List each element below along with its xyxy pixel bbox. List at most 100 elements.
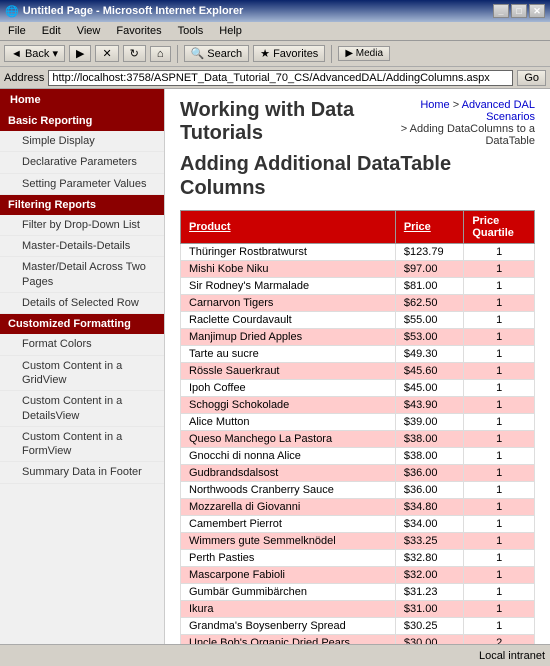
cell-quartile: 1 — [464, 363, 535, 380]
window-controls[interactable]: _ □ ✕ — [493, 4, 545, 18]
cell-quartile: 1 — [464, 329, 535, 346]
sidebar-item-declarative-parameters[interactable]: Declarative Parameters — [0, 152, 164, 173]
cell-price: $55.00 — [395, 312, 463, 329]
address-input[interactable] — [48, 70, 513, 86]
table-body: Thüringer Rostbratwurst$123.791Mishi Kob… — [181, 244, 535, 645]
sidebar-item-custom-content-formview[interactable]: Custom Content in a FormView — [0, 427, 164, 463]
breadcrumb-home[interactable]: Home — [420, 99, 449, 111]
cell-product: Camembert Pierrot — [181, 516, 396, 533]
sidebar-item-master-details[interactable]: Master-Details-Details — [0, 236, 164, 257]
window-title: Untitled Page - Microsoft Internet Explo… — [23, 5, 244, 17]
refresh-button[interactable]: ↻ — [123, 45, 146, 62]
forward-button[interactable]: ▶ — [69, 45, 91, 62]
cell-price: $32.80 — [395, 550, 463, 567]
close-button[interactable]: ✕ — [529, 4, 545, 18]
maximize-button[interactable]: □ — [511, 4, 527, 18]
sidebar-section-basic-reporting[interactable]: Basic Reporting — [0, 111, 164, 131]
sidebar-section-filtering-reports[interactable]: Filtering Reports — [0, 195, 164, 215]
cell-price: $81.00 — [395, 278, 463, 295]
cell-product: Manjimup Dried Apples — [181, 329, 396, 346]
cell-product: Tarte au sucre — [181, 346, 396, 363]
minimize-button[interactable]: _ — [493, 4, 509, 18]
table-row: Mascarpone Fabioli$32.001 — [181, 567, 535, 584]
sidebar-item-simple-display[interactable]: Simple Display — [0, 131, 164, 152]
cell-price: $45.00 — [395, 380, 463, 397]
sidebar-home[interactable]: Home — [0, 89, 164, 111]
cell-product: Raclette Courdavault — [181, 312, 396, 329]
toolbar-separator-1 — [177, 45, 178, 63]
cell-quartile: 1 — [464, 295, 535, 312]
product-sort-link[interactable]: Product — [189, 221, 231, 233]
menu-view[interactable]: View — [74, 24, 104, 38]
menu-favorites[interactable]: Favorites — [113, 24, 164, 38]
cell-price: $33.25 — [395, 533, 463, 550]
table-row: Gudbrandsdalsost$36.001 — [181, 465, 535, 482]
data-table: Product Price PriceQuartile Thüringer Ro… — [180, 210, 535, 644]
sidebar-item-details-selected-row[interactable]: Details of Selected Row — [0, 293, 164, 314]
cell-price: $31.23 — [395, 584, 463, 601]
cell-quartile: 1 — [464, 278, 535, 295]
sidebar-section-customized-formatting[interactable]: Customized Formatting — [0, 314, 164, 334]
cell-price: $30.25 — [395, 618, 463, 635]
table-row: Wimmers gute Semmelknödel$33.251 — [181, 533, 535, 550]
col-header-product: Product — [181, 211, 396, 244]
cell-price: $36.00 — [395, 465, 463, 482]
cell-quartile: 1 — [464, 567, 535, 584]
cell-product: Ipoh Coffee — [181, 380, 396, 397]
breadcrumb: Home > Advanced DAL Scenarios > Adding D… — [387, 99, 535, 147]
cell-quartile: 1 — [464, 465, 535, 482]
cell-product: Gudbrandsdalsost — [181, 465, 396, 482]
cell-product: Carnarvon Tigers — [181, 295, 396, 312]
cell-quartile: 1 — [464, 448, 535, 465]
table-row: Camembert Pierrot$34.001 — [181, 516, 535, 533]
cell-product: Gnocchi di nonna Alice — [181, 448, 396, 465]
browser-icon: 🌐 — [5, 5, 19, 18]
menu-help[interactable]: Help — [216, 24, 245, 38]
cell-product: Schoggi Schokolade — [181, 397, 396, 414]
cell-quartile: 1 — [464, 397, 535, 414]
cell-price: $39.00 — [395, 414, 463, 431]
cell-product: Uncle Bob's Organic Dried Pears — [181, 635, 396, 645]
sidebar-item-filter-dropdown[interactable]: Filter by Drop-Down List — [0, 215, 164, 236]
status-zone: Local intranet — [479, 650, 545, 662]
back-button[interactable]: ◄ Back ▾ — [4, 45, 65, 62]
breadcrumb-section[interactable]: Advanced DAL Scenarios — [462, 99, 535, 123]
price-sort-link[interactable]: Price — [404, 221, 431, 233]
media-button[interactable]: ▶ Media — [338, 46, 390, 61]
table-row: Gumbär Gummibärchen$31.231 — [181, 584, 535, 601]
sidebar-item-summary-data-footer[interactable]: Summary Data in Footer — [0, 462, 164, 483]
browser-content: Home Basic Reporting Simple Display Decl… — [0, 89, 550, 644]
cell-price: $32.00 — [395, 567, 463, 584]
menu-file[interactable]: File — [5, 24, 29, 38]
home-button[interactable]: ⌂ — [150, 46, 171, 62]
menu-edit[interactable]: Edit — [39, 24, 64, 38]
cell-price: $45.60 — [395, 363, 463, 380]
table-row: Manjimup Dried Apples$53.001 — [181, 329, 535, 346]
cell-product: Grandma's Boysenberry Spread — [181, 618, 396, 635]
main-content: Working with Data Tutorials Home > Advan… — [165, 89, 550, 644]
cell-price: $34.00 — [395, 516, 463, 533]
cell-quartile: 1 — [464, 584, 535, 601]
search-button[interactable]: 🔍 Search — [184, 45, 250, 62]
menu-tools[interactable]: Tools — [175, 24, 207, 38]
favorites-button[interactable]: ★ Favorites — [253, 45, 325, 62]
cell-quartile: 1 — [464, 533, 535, 550]
sidebar-item-custom-content-gridview[interactable]: Custom Content in a GridView — [0, 356, 164, 392]
sidebar-item-setting-parameter-values[interactable]: Setting Parameter Values — [0, 174, 164, 195]
cell-product: Mishi Kobe Niku — [181, 261, 396, 278]
header-right: Home > Advanced DAL Scenarios > Adding D… — [387, 99, 535, 152]
cell-quartile: 2 — [464, 635, 535, 645]
stop-button[interactable]: ✕ — [95, 45, 118, 62]
cell-product: Sir Rodney's Marmalade — [181, 278, 396, 295]
table-row: Sir Rodney's Marmalade$81.001 — [181, 278, 535, 295]
cell-quartile: 1 — [464, 346, 535, 363]
go-button[interactable]: Go — [517, 70, 546, 86]
cell-product: Mozzarella di Giovanni — [181, 499, 396, 516]
sidebar-item-master-detail-across[interactable]: Master/Detail Across Two Pages — [0, 257, 164, 293]
table-row: Gnocchi di nonna Alice$38.001 — [181, 448, 535, 465]
table-row: Perth Pasties$32.801 — [181, 550, 535, 567]
address-bar: Address Go — [0, 67, 550, 89]
sidebar-item-format-colors[interactable]: Format Colors — [0, 334, 164, 355]
sidebar-item-custom-content-detailsview[interactable]: Custom Content in a DetailsView — [0, 391, 164, 427]
status-bar: Local intranet — [0, 644, 550, 666]
